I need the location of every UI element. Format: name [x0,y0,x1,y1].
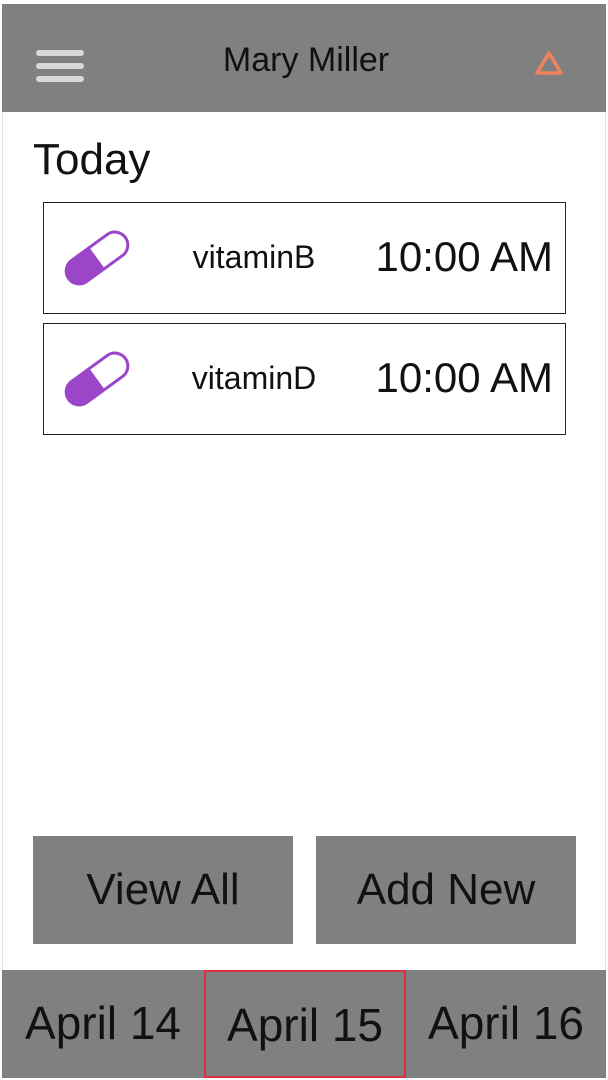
date-navigation-bar: April 14 April 15 April 16 [2,970,606,1078]
today-heading: Today [33,135,151,184]
top-header: Mary Miller [2,4,606,112]
user-name-title: Mary Miller [222,41,390,79]
medication-row[interactable]: vitaminB 10:00 AM [43,202,566,314]
hamburger-menu-icon[interactable] [34,46,86,86]
menu-bar [36,76,84,82]
date-tab-april-15-selected[interactable]: April 15 [204,970,406,1078]
view-all-button[interactable]: View All [33,836,293,944]
pill-capsule-icon [58,346,136,412]
medication-time: 10:00 AM [375,354,553,401]
medication-name: vitaminD [191,360,317,396]
add-new-button[interactable]: Add New [316,836,576,944]
pill-capsule-icon [58,225,136,291]
date-tab-april-16[interactable]: April 16 [406,970,606,1078]
medication-time: 10:00 AM [375,233,553,280]
date-tab-april-14[interactable]: April 14 [2,970,204,1078]
menu-bar [36,50,84,56]
menu-bar [36,63,84,69]
triangle-alert-icon[interactable] [532,48,566,78]
medication-name: vitaminB [192,239,316,275]
medication-row[interactable]: vitaminD 10:00 AM [43,323,566,435]
